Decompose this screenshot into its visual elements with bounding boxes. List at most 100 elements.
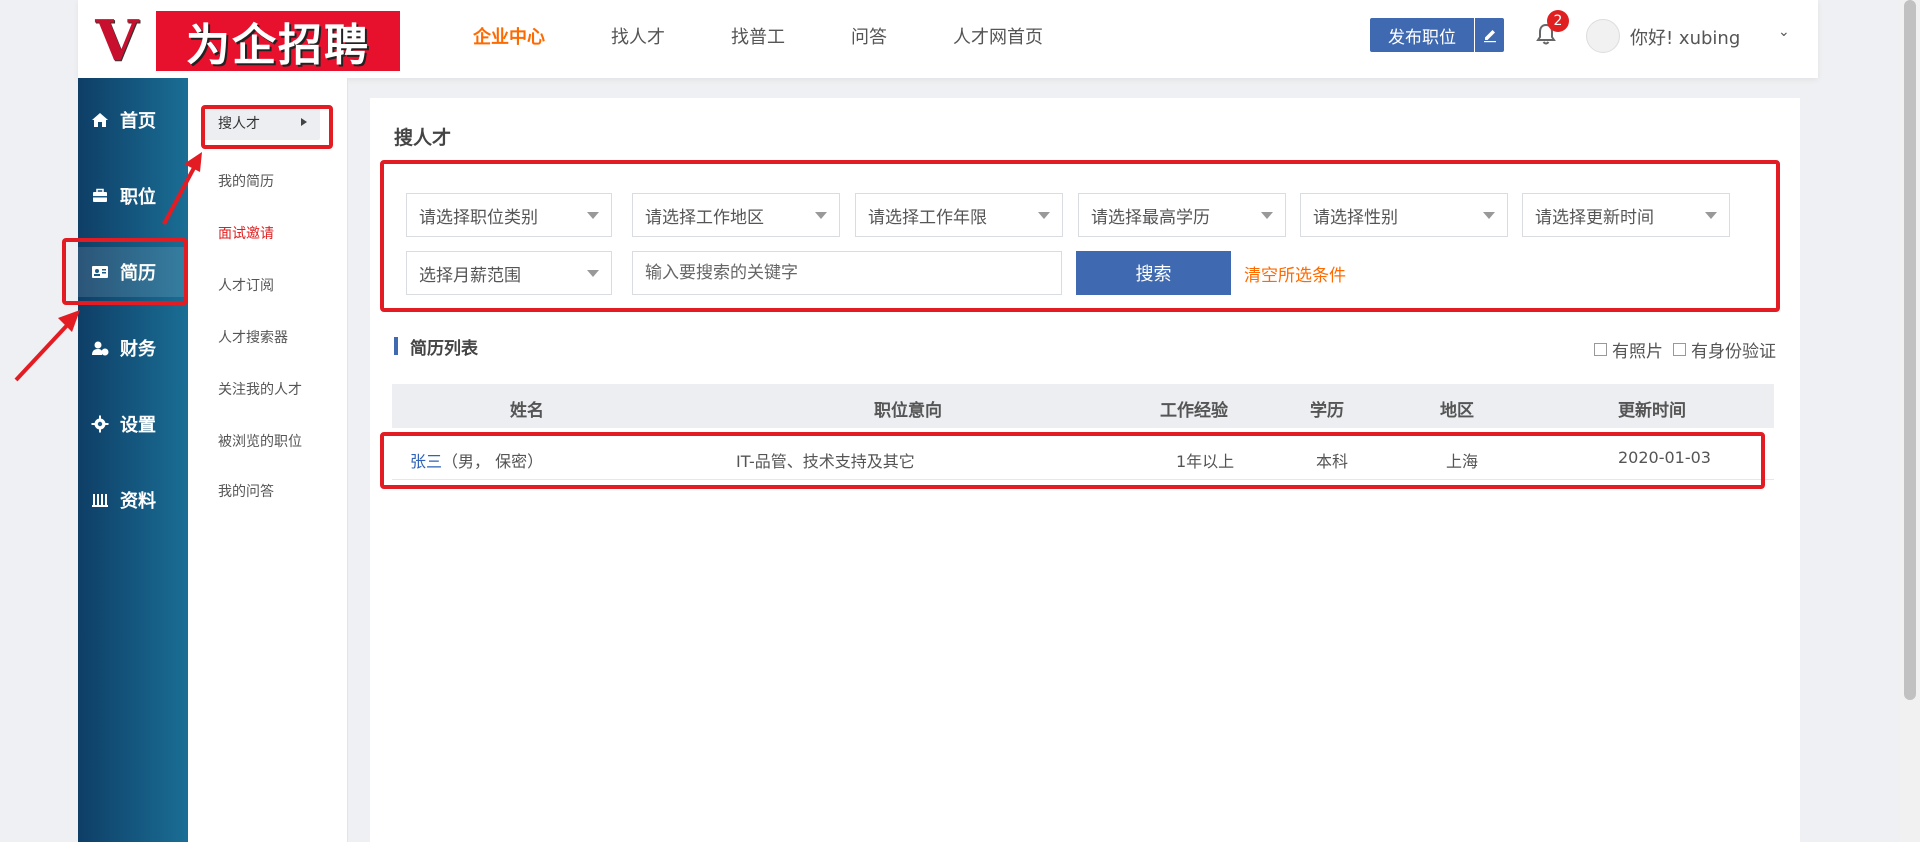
- select-value: 请选择性别: [1313, 207, 1398, 228]
- resume-list-heading: 简历列表: [394, 336, 478, 359]
- sidebar-item-resume[interactable]: 简历: [78, 247, 188, 297]
- select-value: 请选择最高学历: [1091, 207, 1210, 228]
- sidebar-item-label: 职位: [120, 187, 156, 208]
- candidate-meta: （男， 保密）: [442, 452, 544, 471]
- logo[interactable]: V 为企招聘: [78, 8, 408, 74]
- filter-area: 请选择职位类别 请选择工作地区 请选择工作年限 请选择最高学历 请选择性别 请选…: [384, 162, 1780, 310]
- job-category-select[interactable]: 请选择职位类别: [406, 193, 612, 237]
- search-button[interactable]: 搜索: [1076, 251, 1231, 295]
- logo-letter: V: [95, 8, 139, 74]
- work-years-select[interactable]: 请选择工作年限: [855, 193, 1063, 237]
- salary-range-select[interactable]: 选择月薪范围: [406, 251, 612, 295]
- column-header-updated: 更新时间: [1618, 401, 1686, 421]
- user-greeting[interactable]: 你好! xubing: [1630, 24, 1740, 50]
- finance-icon: [90, 338, 110, 358]
- dropdown-arrow-icon: [1483, 211, 1495, 219]
- checkbox-box: [1673, 343, 1686, 356]
- select-value: 请选择职位类别: [419, 207, 538, 228]
- sidebar-item-settings[interactable]: 设置: [78, 399, 188, 449]
- column-header-region: 地区: [1440, 401, 1474, 421]
- notification-badge: 2: [1547, 10, 1569, 32]
- has-photo-checkbox[interactable]: 有照片: [1594, 337, 1663, 362]
- sidebar-item-finance[interactable]: 财务: [78, 323, 188, 373]
- sidebar-item-label: 资料: [120, 491, 156, 512]
- nav-qa[interactable]: 问答: [851, 23, 887, 49]
- keyword-search-input[interactable]: [632, 251, 1062, 295]
- select-value: 请选择工作年限: [868, 207, 987, 228]
- dropdown-arrow-icon: [1261, 211, 1273, 219]
- nav-talent-home[interactable]: 人才网首页: [953, 23, 1043, 49]
- checkbox-box: [1594, 343, 1607, 356]
- resume-list-title: 简历列表: [410, 338, 478, 359]
- gear-icon: [90, 414, 110, 434]
- dropdown-arrow-icon: [587, 211, 599, 219]
- update-time-select[interactable]: 请选择更新时间: [1522, 193, 1730, 237]
- nav-enterprise-center[interactable]: 企业中心: [473, 23, 545, 49]
- has-id-verify-checkbox[interactable]: 有身份验证: [1673, 337, 1776, 362]
- column-header-name: 姓名: [510, 401, 544, 421]
- table-row[interactable]: 张三（男， 保密） IT-品管、技术支持及其它 1年以上 本科 上海 2020-…: [392, 436, 1774, 480]
- id-card-icon: [90, 262, 110, 282]
- select-value: 请选择工作地区: [645, 207, 764, 228]
- sidebar-item-jobs[interactable]: 职位: [78, 171, 188, 221]
- publish-job-label: 发布职位: [1388, 27, 1456, 48]
- intent-cell: IT-品管、技术支持及其它: [736, 452, 915, 471]
- main-sidebar: 首页 职位 简历 财务 设置 资料: [78, 78, 188, 842]
- submenu-item-following-talent[interactable]: 关注我的人才: [218, 379, 302, 399]
- updated-cell: 2020-01-03: [1618, 448, 1711, 467]
- scrollbar-thumb[interactable]: [1904, 0, 1916, 700]
- region-cell: 上海: [1446, 452, 1479, 471]
- submenu-item-viewed-jobs[interactable]: 被浏览的职位: [218, 431, 302, 451]
- submenu-item-interview-invites[interactable]: 面试邀请: [218, 223, 274, 243]
- submenu-item-my-qa[interactable]: 我的问答: [218, 481, 274, 501]
- heading-bar: [394, 337, 398, 355]
- home-icon: [90, 110, 110, 130]
- top-nav: 企业中心 找人才 找普工 问答 人才网首页: [473, 0, 1109, 72]
- education-select[interactable]: 请选择最高学历: [1078, 193, 1286, 237]
- nav-find-talent[interactable]: 找人才: [611, 23, 665, 49]
- clear-filters-link[interactable]: 清空所选条件: [1244, 261, 1346, 286]
- sidebar-item-label: 设置: [120, 415, 156, 436]
- gender-select[interactable]: 请选择性别: [1300, 193, 1508, 237]
- edit-icon: [1474, 18, 1504, 52]
- briefcase-icon: [90, 186, 110, 206]
- select-value: 选择月薪范围: [419, 265, 521, 286]
- education-cell: 本科: [1316, 452, 1349, 471]
- logo-title: 为企招聘: [156, 11, 400, 71]
- candidate-name-link[interactable]: 张三: [410, 452, 442, 471]
- column-header-intent: 职位意向: [874, 401, 942, 421]
- chevron-down-icon[interactable]: ⌄: [1778, 24, 1790, 40]
- page-title: 搜人才: [394, 127, 452, 149]
- column-header-experience: 工作经验: [1160, 401, 1228, 421]
- list-filters: 有照片 有身份验证: [1584, 337, 1776, 362]
- resume-submenu: 搜人才 我的简历 面试邀请 人才订阅 人才搜索器 关注我的人才 被浏览的职位 我…: [188, 78, 348, 842]
- top-header: V 为企招聘 企业中心 找人才 找普工 问答 人才网首页 发布职位 2 你好! …: [78, 0, 1818, 78]
- submenu-item-talent-searcher[interactable]: 人才搜索器: [218, 327, 288, 347]
- submenu-item-talent-subscription[interactable]: 人才订阅: [218, 275, 274, 295]
- checkbox-label: 有照片: [1612, 342, 1663, 362]
- dropdown-arrow-icon: [1038, 211, 1050, 219]
- sidebar-item-label: 首页: [120, 111, 156, 132]
- publish-job-button[interactable]: 发布职位: [1370, 18, 1504, 52]
- work-region-select[interactable]: 请选择工作地区: [632, 193, 840, 237]
- avatar[interactable]: [1586, 19, 1620, 53]
- sidebar-item-home[interactable]: 首页: [78, 95, 188, 145]
- caret-right-icon: [300, 115, 308, 131]
- select-value: 请选择更新时间: [1535, 207, 1654, 228]
- nav-find-workers[interactable]: 找普工: [731, 23, 785, 49]
- data-icon: [90, 490, 110, 510]
- submenu-item-my-resumes[interactable]: 我的简历: [218, 171, 274, 191]
- column-header-education: 学历: [1310, 401, 1344, 421]
- dropdown-arrow-icon: [815, 211, 827, 219]
- dropdown-arrow-icon: [587, 269, 599, 277]
- submenu-item-label: 搜人才: [218, 116, 260, 132]
- sidebar-item-label: 财务: [120, 339, 156, 360]
- dropdown-arrow-icon: [1705, 211, 1717, 219]
- experience-cell: 1年以上: [1176, 452, 1235, 471]
- search-talent-panel: 搜人才 请选择职位类别 请选择工作地区 请选择工作年限 请选择最高学历 请选择性…: [370, 98, 1800, 842]
- sidebar-item-profile[interactable]: 资料: [78, 475, 188, 525]
- checkbox-label: 有身份验证: [1691, 342, 1776, 362]
- candidate-cell: 张三（男， 保密）: [410, 448, 543, 472]
- page-scrollbar[interactable]: [1900, 0, 1920, 842]
- submenu-item-search-talent[interactable]: 搜人才: [202, 106, 320, 140]
